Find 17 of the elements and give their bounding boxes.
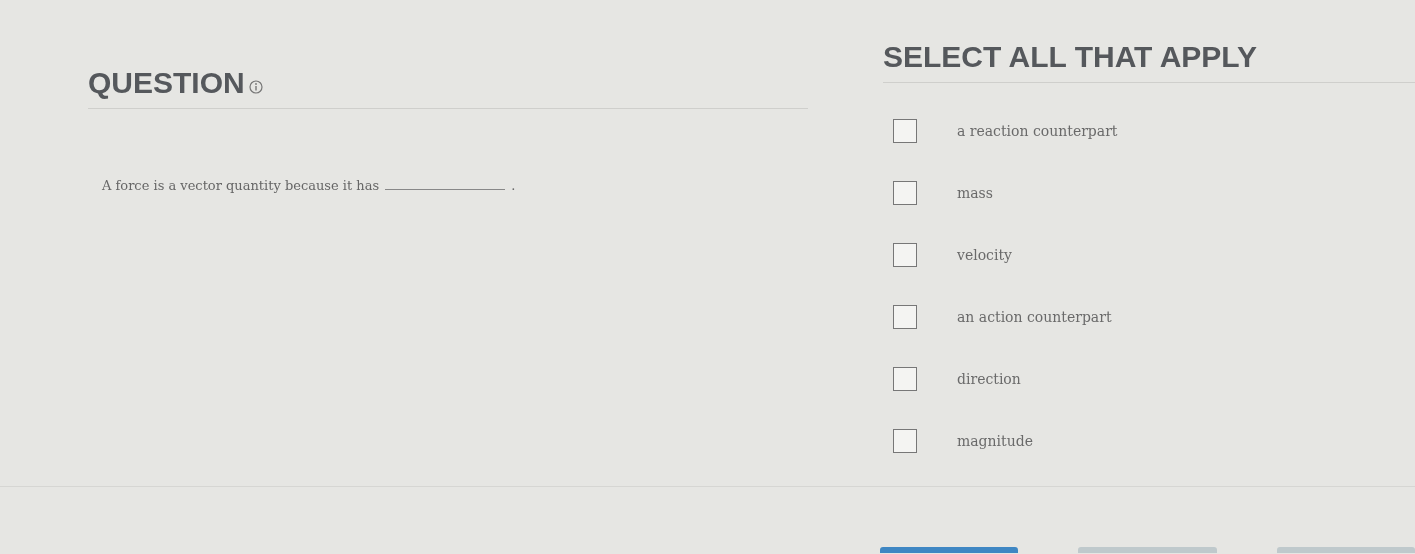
checkbox[interactable]: [893, 367, 917, 391]
question-heading: QUESTION: [88, 66, 245, 100]
option-label[interactable]: magnitude: [957, 433, 1033, 449]
option-label[interactable]: an action counterpart: [957, 309, 1112, 325]
option-label[interactable]: mass: [957, 185, 993, 201]
checkbox[interactable]: [893, 305, 917, 329]
option-label[interactable]: a reaction counterpart: [957, 123, 1118, 139]
instruction-heading: SELECT ALL THAT APPLY: [883, 40, 1257, 74]
option-label[interactable]: velocity: [957, 247, 1012, 263]
checkbox[interactable]: [893, 243, 917, 267]
checkbox[interactable]: [893, 119, 917, 143]
question-text: A force is a vector quantity because it has: [102, 178, 380, 193]
option-label[interactable]: direction: [957, 371, 1021, 387]
checkbox[interactable]: [893, 429, 917, 453]
info-icon[interactable]: [248, 80, 263, 94]
checkbox[interactable]: [893, 181, 917, 205]
period-text: .: [511, 178, 516, 193]
